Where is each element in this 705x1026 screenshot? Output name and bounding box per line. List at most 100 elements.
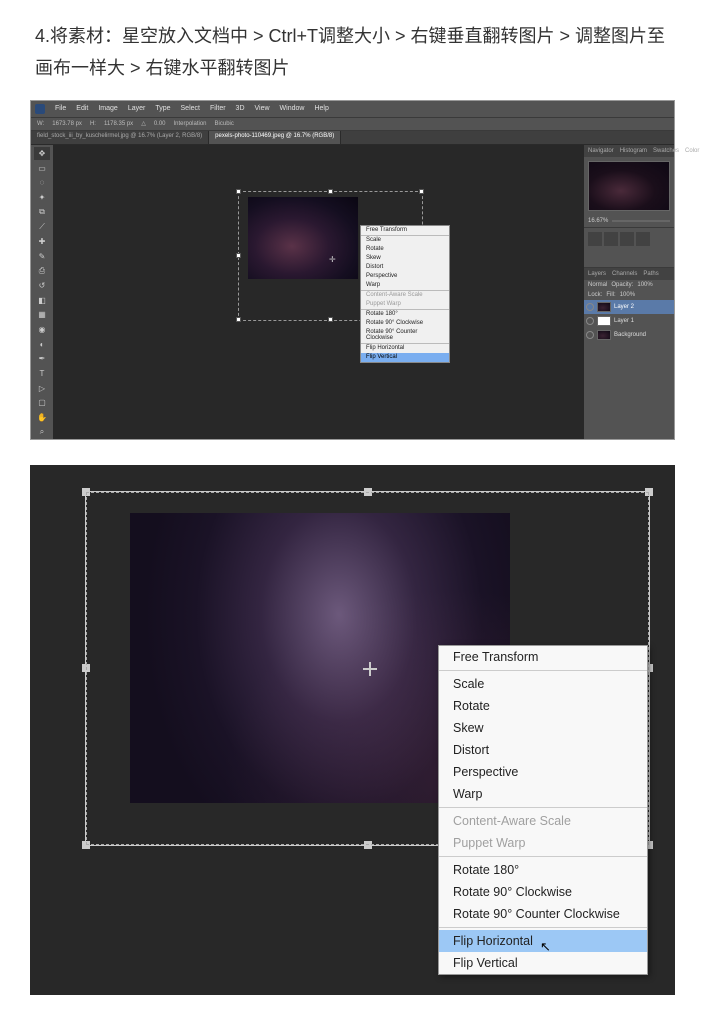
- tool-zoom[interactable]: ⌕: [34, 425, 50, 439]
- channels-tab[interactable]: Channels: [612, 271, 637, 277]
- histogram-tab[interactable]: Histogram: [620, 148, 647, 154]
- menu-item-rotate-180-[interactable]: Rotate 180°: [439, 859, 647, 881]
- menu-item-scale[interactable]: Scale: [361, 236, 449, 245]
- doc-tab-1[interactable]: field_stock_iii_by_kuschelirmel.jpg @ 16…: [31, 131, 209, 144]
- menu-item-rotate[interactable]: Rotate: [361, 245, 449, 254]
- tool-lasso[interactable]: ◌: [34, 176, 50, 190]
- menu-item-puppet-warp: Puppet Warp: [361, 300, 449, 309]
- transform-handle-w[interactable]: [236, 253, 241, 258]
- menu-item-distort[interactable]: Distort: [361, 263, 449, 272]
- menu-select[interactable]: Select: [181, 105, 200, 112]
- navigator-tab[interactable]: Navigator: [588, 148, 614, 154]
- tool-marquee[interactable]: ▭: [34, 161, 50, 175]
- transform-handle-ne[interactable]: [645, 488, 653, 496]
- ps-logo-icon: [35, 104, 45, 114]
- transform-handle-s[interactable]: [328, 317, 333, 322]
- panel-icon[interactable]: [636, 232, 650, 246]
- context-menu-small: Free TransformScaleRotateSkewDistortPers…: [360, 225, 450, 363]
- menu-item-flip-vertical[interactable]: Flip Vertical: [439, 952, 647, 974]
- menu-item-skew[interactable]: Skew: [361, 254, 449, 263]
- visibility-icon[interactable]: [586, 317, 594, 325]
- zoom-value[interactable]: 16.67%: [588, 218, 608, 224]
- tool-crop[interactable]: ⧉: [34, 205, 50, 219]
- menu-item-rotate-90-clockwise[interactable]: Rotate 90° Clockwise: [361, 319, 449, 328]
- transform-handle-nw[interactable]: [82, 488, 90, 496]
- photoshop-window-1: File Edit Image Layer Type Select Filter…: [30, 100, 675, 440]
- tool-brush[interactable]: ✎: [34, 249, 50, 263]
- tool-pen[interactable]: ✒: [34, 352, 50, 366]
- menu-item-perspective[interactable]: Perspective: [361, 272, 449, 281]
- swatches-tab[interactable]: Swatches: [653, 148, 679, 154]
- context-menu-large: Free Transform ScaleRotateSkewDistortPers…: [438, 645, 648, 975]
- menu-item-scale[interactable]: Scale: [439, 673, 647, 695]
- transform-handle-sw[interactable]: [82, 841, 90, 849]
- tool-shape[interactable]: ▢: [34, 396, 50, 410]
- menu-view[interactable]: View: [255, 105, 270, 112]
- layer-row[interactable]: Background: [584, 328, 674, 342]
- menu-edit[interactable]: Edit: [76, 105, 88, 112]
- menu-help[interactable]: Help: [314, 105, 328, 112]
- tool-type[interactable]: T: [34, 367, 50, 381]
- menu-layer[interactable]: Layer: [128, 105, 146, 112]
- visibility-icon[interactable]: [586, 331, 594, 339]
- menu-item-flip-vertical[interactable]: Flip Vertical: [361, 353, 449, 362]
- visibility-icon[interactable]: [586, 303, 594, 311]
- doc-tab-2[interactable]: pexels-photo-110469.jpeg @ 16.7% (RGB/8): [209, 131, 341, 144]
- blend-mode[interactable]: Normal: [588, 282, 607, 288]
- tool-dodge[interactable]: ◐: [34, 337, 50, 351]
- menu-item-distort[interactable]: Distort: [439, 739, 647, 761]
- menu-image[interactable]: Image: [98, 105, 117, 112]
- panel-icon[interactable]: [588, 232, 602, 246]
- menu-3d[interactable]: 3D: [236, 105, 245, 112]
- layer-name: Layer 1: [614, 318, 634, 324]
- transform-handle-n[interactable]: [364, 488, 372, 496]
- menu-item-free-transform[interactable]: Free Transform: [361, 226, 449, 235]
- menu-item-warp[interactable]: Warp: [439, 783, 647, 805]
- layers-tab[interactable]: Layers: [588, 271, 606, 277]
- transform-anchor-icon[interactable]: ✛: [329, 255, 337, 263]
- color-tab[interactable]: Color: [685, 148, 699, 154]
- panel-icon[interactable]: [620, 232, 634, 246]
- tool-move[interactable]: ✥: [34, 147, 50, 161]
- tool-history[interactable]: ↺: [34, 279, 50, 293]
- menu-item-flip-horizontal[interactable]: Flip Horizontal: [361, 344, 449, 353]
- menu-item-rotate-90-clockwise[interactable]: Rotate 90° Clockwise: [439, 881, 647, 903]
- menu-item-warp[interactable]: Warp: [361, 281, 449, 290]
- fill-value[interactable]: 100%: [620, 292, 635, 298]
- transform-handle-sw[interactable]: [236, 317, 241, 322]
- tool-hand[interactable]: ✋: [34, 411, 50, 425]
- paths-tab[interactable]: Paths: [643, 271, 658, 277]
- transform-anchor-icon[interactable]: [363, 662, 377, 676]
- layer-row[interactable]: Layer 1: [584, 314, 674, 328]
- navigator-thumbnail[interactable]: [588, 161, 670, 211]
- menu-window[interactable]: Window: [280, 105, 305, 112]
- layer-row[interactable]: Layer 2: [584, 300, 674, 314]
- menu-filter[interactable]: Filter: [210, 105, 226, 112]
- menu-file[interactable]: File: [55, 105, 66, 112]
- menu-type[interactable]: Type: [155, 105, 170, 112]
- tool-wand[interactable]: ✦: [34, 191, 50, 205]
- document-tabs: field_stock_iii_by_kuschelirmel.jpg @ 16…: [31, 131, 674, 145]
- menu-item-rotate-90-counter-clockwise[interactable]: Rotate 90° Counter Clockwise: [361, 328, 449, 343]
- menu-item-free-transform[interactable]: Free Transform: [439, 646, 647, 668]
- menu-item-perspective[interactable]: Perspective: [439, 761, 647, 783]
- opacity-value[interactable]: 100%: [637, 282, 652, 288]
- transform-handle-s[interactable]: [364, 841, 372, 849]
- menu-item-rotate-90-counter-clockwise[interactable]: Rotate 90° Counter Clockwise: [439, 903, 647, 925]
- tool-blur[interactable]: ◉: [34, 323, 50, 337]
- tool-path[interactable]: ▷: [34, 381, 50, 395]
- transform-handle-ne[interactable]: [419, 189, 424, 194]
- menu-item-rotate-180-[interactable]: Rotate 180°: [361, 310, 449, 319]
- transform-handle-nw[interactable]: [236, 189, 241, 194]
- menu-item-rotate[interactable]: Rotate: [439, 695, 647, 717]
- tool-eyedrop[interactable]: ⟋: [34, 220, 50, 234]
- canvas-area[interactable]: ✛ Free TransformScaleRotateSkewDistortPe…: [53, 145, 584, 439]
- tool-eraser[interactable]: ◧: [34, 293, 50, 307]
- tool-gradient[interactable]: ▦: [34, 308, 50, 322]
- tool-heal[interactable]: ✚: [34, 235, 50, 249]
- transform-handle-w[interactable]: [82, 664, 90, 672]
- tool-stamp[interactable]: ⎙: [34, 264, 50, 278]
- panel-icon[interactable]: [604, 232, 618, 246]
- menu-item-skew[interactable]: Skew: [439, 717, 647, 739]
- transform-handle-n[interactable]: [328, 189, 333, 194]
